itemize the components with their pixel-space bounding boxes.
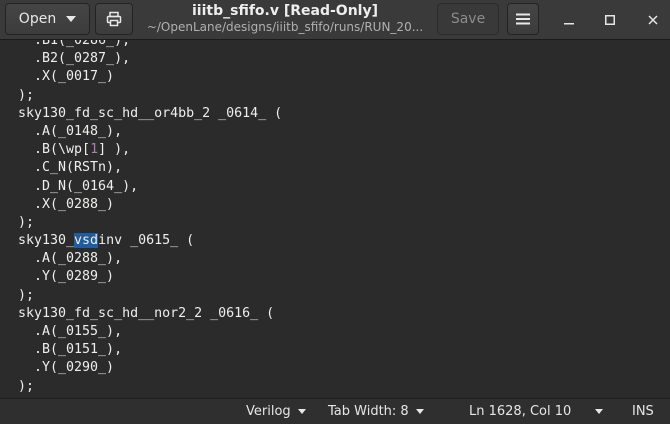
window-title-area: iiitb_sfifo.v [Read-Only] ~/OpenLane/des… — [140, 3, 430, 35]
save-button[interactable]: Save — [437, 3, 499, 35]
close-button[interactable] — [641, 8, 665, 32]
code-line: sky130_fd_sc_hd__or4bb_2 _0614_ ( — [18, 105, 283, 121]
insert-mode-indicator[interactable]: INS — [632, 404, 654, 419]
code-line: .A(_0155_), — [18, 324, 123, 339]
code-line: .D_N(_0164_), — [18, 178, 139, 194]
minimize-icon — [564, 23, 574, 25]
hamburger-menu-icon — [516, 13, 530, 25]
text-selection: vsd — [74, 233, 99, 249]
code-line: ); — [18, 214, 35, 230]
chevron-down-icon — [415, 409, 424, 414]
number-literal: 1 — [90, 142, 99, 158]
code-line: .X(_0017_) — [18, 69, 115, 85]
insert-mode-label: INS — [632, 404, 654, 419]
close-icon — [648, 15, 658, 25]
minimize-button[interactable] — [557, 8, 581, 32]
chevron-down-icon — [297, 409, 306, 414]
code-line: ); — [18, 378, 35, 394]
status-bar: Verilog Tab Width: 8 Ln 1628, Col 10 INS — [0, 398, 670, 424]
print-button[interactable] — [95, 3, 133, 35]
language-selector[interactable]: Verilog — [246, 404, 306, 419]
code-line: .B2(_0287_), — [18, 51, 131, 67]
code-line: sky130_fd_sc_hd__nor2_2 _0616_ ( — [18, 305, 275, 321]
code-line: .B(_0151_), — [18, 342, 123, 358]
header-bar: Open iiitb_sfifo.v [Read-Only] ~/OpenLan… — [0, 0, 670, 40]
menu-button[interactable] — [507, 3, 539, 35]
maximize-icon — [605, 15, 615, 25]
chevron-down-icon — [595, 409, 604, 414]
code-line: .A(_0148_), — [18, 123, 123, 139]
code-line: .Y(_0289_) — [18, 269, 115, 285]
tab-width-label: Tab Width: 8 — [328, 404, 409, 419]
code-line: .X(_0288_) — [18, 196, 115, 212]
print-icon — [106, 11, 122, 27]
chevron-down-icon — [66, 16, 77, 22]
cursor-position-selector[interactable]: Ln 1628, Col 10 — [469, 404, 604, 419]
code-line: .A(_0288_), — [18, 251, 123, 267]
window-title: iiitb_sfifo.v [Read-Only] — [192, 3, 378, 19]
cursor-position-label: Ln 1628, Col 10 — [469, 404, 572, 419]
window-subtitle: ~/OpenLane/designs/iiitb_sfifo/runs/RUN_… — [146, 20, 424, 34]
code-line: .B(\wp[1] ), — [18, 142, 131, 158]
tab-width-selector[interactable]: Tab Width: 8 — [328, 404, 424, 419]
code-line: sky130_vsdinv _0615_ ( — [18, 233, 195, 249]
maximize-button[interactable] — [598, 8, 622, 32]
code-line: .C_N(RSTn), — [18, 160, 123, 176]
open-button[interactable]: Open — [5, 3, 90, 35]
code-text: .B1(_0286_), .B2(_0287_), .X(_0017_)); sk… — [0, 40, 282, 398]
code-line: .Y(_0290_) — [18, 360, 115, 376]
language-label: Verilog — [246, 404, 291, 419]
code-editor[interactable]: .B1(_0286_), .B2(_0287_), .X(_0017_)); sk… — [0, 40, 670, 398]
code-line: ); — [18, 287, 35, 303]
code-line: ); — [18, 87, 35, 103]
open-button-label: Open — [18, 11, 57, 27]
code-line: .B1(_0286_), — [18, 40, 131, 48]
